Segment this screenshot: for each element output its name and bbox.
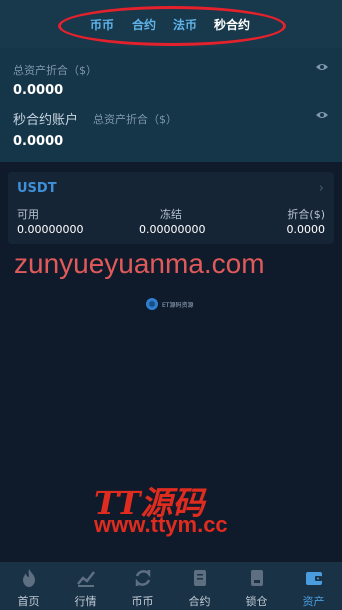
nav-label: 行情: [74, 595, 97, 608]
nav-lock[interactable]: 锁仓: [228, 562, 285, 610]
chevron-right-icon: ›: [318, 181, 324, 196]
nav-spot[interactable]: 币币: [114, 562, 171, 610]
nav-label: 资产: [302, 595, 325, 608]
available-value: 0.00000000: [17, 223, 84, 236]
total-assets-label: 总资产折合（$）: [13, 64, 97, 77]
fire-icon: [23, 569, 35, 587]
brand-watermark-url: www.ttym.cc: [94, 512, 228, 537]
available-label: 可用: [17, 208, 39, 221]
nav-label: 合约: [188, 595, 211, 608]
lock-icon: [251, 570, 263, 586]
nav-label: 锁仓: [245, 595, 268, 608]
nav-label: 币币: [131, 595, 154, 608]
account-title: 秒合约账户: [13, 113, 79, 128]
account-total-label: 总资产折合（$）: [93, 113, 177, 126]
nav-market[interactable]: 行情: [57, 562, 114, 610]
highlight-ellipse: [58, 6, 286, 46]
watermark-url: zunyueyuanma.com: [14, 248, 265, 279]
converted-label: 折合($): [287, 208, 325, 221]
eye-icon[interactable]: [315, 110, 329, 120]
contract-icon: [194, 570, 206, 586]
asset-card-usdt[interactable]: USDT › 可用 冻结 折合($) 0.00000000 0.00000000…: [8, 172, 334, 244]
eye-icon[interactable]: [315, 62, 329, 72]
nav-label: 首页: [17, 595, 40, 608]
converted-value: 0.0000: [286, 223, 326, 236]
coin-name: USDT: [17, 181, 57, 196]
nav-home[interactable]: 首页: [0, 562, 57, 610]
account-value: 0.0000: [13, 134, 64, 149]
account-summary-panel: 币币 合约 法币 秒合约 总资产折合（$） 0.0000 秒合约账户 总资产折合…: [0, 0, 342, 162]
asset-tabs: 币币 合约 法币 秒合约: [0, 0, 342, 48]
total-assets-value: 0.0000: [13, 83, 64, 98]
frozen-value: 0.00000000: [139, 223, 206, 236]
bottom-nav: 首页 行情 币币 合约 锁仓 资产: [0, 562, 342, 610]
watermark-small-text: ET源码资源: [162, 302, 194, 309]
nav-contract[interactable]: 合约: [171, 562, 228, 610]
watermark-logo-icon: [146, 298, 158, 310]
wallet-icon: [306, 572, 322, 585]
nav-assets[interactable]: 资产: [285, 562, 342, 610]
frozen-label: 冻结: [160, 208, 182, 221]
chart-icon: [77, 571, 95, 587]
exchange-icon: [135, 570, 151, 586]
